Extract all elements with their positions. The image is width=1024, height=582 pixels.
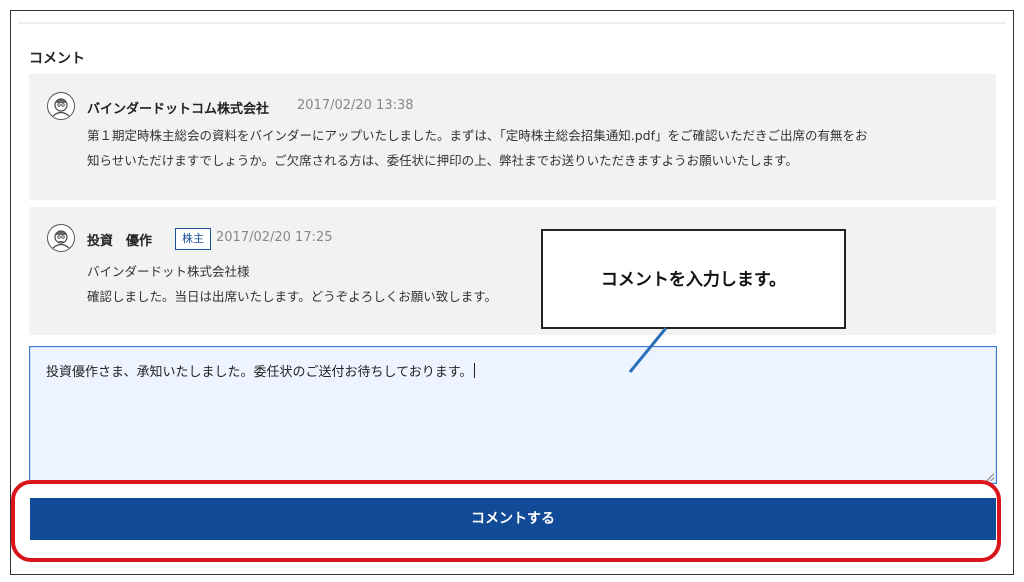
user-face-icon: [47, 92, 75, 120]
comment-author: 投資 優作: [87, 234, 153, 249]
callout-pointer: [628, 327, 668, 373]
comment-item: バインダードットコム株式会社 2017/02/20 13:38 第１期定時株主総…: [29, 74, 996, 200]
highlight-outline: [11, 480, 1001, 562]
divider: [18, 22, 1006, 24]
comment-date: 2017/02/20 17:25: [216, 230, 333, 245]
comment-body-line: 確認しました。当日は出席いたします。どうぞよろしくお願い致します。: [87, 289, 498, 304]
comment-item: 投資 優作 株主 2017/02/20 17:25 バインダードット株式会社様 …: [29, 207, 996, 335]
callout-box: コメントを入力します。: [541, 229, 846, 329]
comment-body-line: バインダードット株式会社様: [87, 264, 250, 279]
callout-text: コメントを入力します。: [600, 270, 787, 290]
section-title: コメント: [29, 51, 85, 67]
comment-date: 2017/02/20 13:38: [297, 98, 414, 113]
shareholder-badge: 株主: [175, 228, 211, 250]
comment-input-value: 投資優作さま、承知いたしました。委任状のご送付お待ちしております。: [46, 361, 476, 380]
text-caret: [474, 363, 476, 378]
comment-input[interactable]: 投資優作さま、承知いたしました。委任状のご送付お待ちしております。: [29, 346, 997, 484]
user-face-icon: [47, 224, 75, 252]
comment-body-line: 知らせいただけますでしょうか。ご欠席される方は、委任状に押印の上、弊社までお送り…: [87, 153, 798, 168]
resize-handle-icon[interactable]: [986, 473, 994, 481]
comment-author: バインダードットコム株式会社: [87, 102, 270, 117]
comment-body-line: 第１期定時株主総会の資料をバインダーにアップいたしました。まずは、「定時株主総会…: [87, 128, 868, 143]
